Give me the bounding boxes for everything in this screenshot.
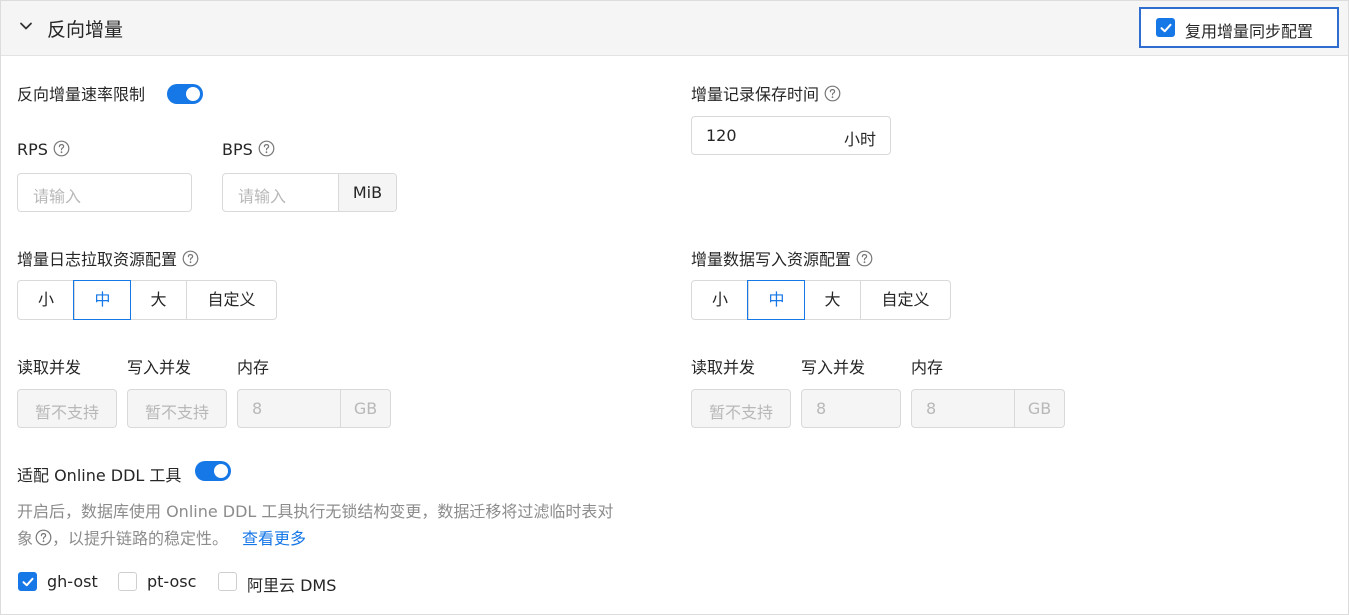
pull-memory-unit: GB (340, 390, 390, 427)
help-icon[interactable] (53, 140, 70, 157)
pull-size-small[interactable]: 小 (18, 281, 74, 319)
pull-size-medium[interactable]: 中 (73, 280, 131, 320)
write-size-small[interactable]: 小 (692, 281, 748, 319)
checkbox-checked-icon[interactable] (1156, 18, 1175, 37)
learn-more-link[interactable]: 查看更多 (242, 529, 306, 548)
reuse-increment-sync-checkbox[interactable]: 复用增量同步配置 (1139, 7, 1339, 48)
tool-label-gh-ost: gh-ost (47, 572, 98, 591)
description-line-2: 象 ，以提升链路的稳定性。 查看更多 (17, 525, 667, 552)
pull-read-concurrency-label: 读取并发 (17, 358, 82, 377)
online-ddl-label: 适配 Online DDL 工具 (17, 466, 182, 485)
write-size-custom[interactable]: 自定义 (860, 281, 950, 319)
reverse-increment-panel: 反向增量 复用增量同步配置 反向增量速率限制 增量记录保存时间 120 小时 R… (0, 0, 1349, 615)
section-header[interactable]: 反向增量 复用增量同步配置 (1, 1, 1348, 56)
write-size-medium[interactable]: 中 (747, 280, 805, 320)
reuse-label: 复用增量同步配置 (1185, 22, 1314, 41)
pull-size-large[interactable]: 大 (130, 281, 186, 319)
bps-placeholder: 请输入 (238, 187, 287, 206)
help-icon[interactable] (35, 529, 52, 546)
pull-memory-value: 8 (252, 399, 263, 418)
checkbox-unchecked-icon[interactable] (218, 572, 237, 591)
bps-label: BPS (222, 140, 253, 159)
rate-limit-toggle[interactable] (167, 84, 203, 104)
description-prefix: 象 (17, 529, 34, 548)
pull-memory-input: 8 GB (237, 389, 391, 428)
rps-placeholder: 请输入 (33, 187, 82, 206)
write-memory-value: 8 (926, 399, 937, 418)
bps-unit-addon: MiB (338, 174, 396, 211)
rps-label: RPS (17, 140, 48, 159)
help-icon[interactable] (182, 250, 199, 267)
online-ddl-toggle[interactable] (195, 461, 231, 481)
rps-label-row: RPS (17, 140, 70, 159)
description-suffix: ，以提升链路的稳定性。 (52, 529, 229, 548)
bps-input[interactable]: 请输入 MiB (222, 173, 397, 212)
pull-resources-segmented: 小 中 大 自定义 (17, 280, 277, 320)
description-line-1: 开启后，数据库使用 Online DDL 工具执行无锁结构变更，数据迁移将过滤临… (17, 502, 614, 521)
help-icon[interactable] (856, 250, 873, 267)
bps-label-row: BPS (222, 140, 275, 159)
write-resources-label-row: 增量数据写入资源配置 (691, 246, 873, 270)
write-resources-segmented: 小 中 大 自定义 (691, 280, 951, 320)
retention-input[interactable]: 120 小时 (691, 116, 891, 155)
section-title: 反向增量 (47, 19, 124, 41)
tool-label-aliyun-dms: 阿里云 DMS (247, 576, 337, 595)
write-write-concurrency-input: 8 (801, 389, 901, 428)
write-read-value: 暂不支持 (708, 403, 773, 422)
write-read-concurrency-label: 读取并发 (691, 358, 756, 377)
write-memory-label: 内存 (911, 358, 944, 377)
write-memory-input: 8 GB (911, 389, 1065, 428)
help-icon[interactable] (824, 85, 841, 102)
write-read-concurrency-input: 暂不支持 (691, 389, 791, 428)
write-write-concurrency-label: 写入并发 (801, 358, 866, 377)
write-memory-unit: GB (1014, 390, 1064, 427)
rate-limit-label: 反向增量速率限制 (17, 85, 146, 104)
write-resources-label: 增量数据写入资源配置 (691, 250, 852, 269)
toggle-knob (186, 87, 200, 101)
pull-memory-label: 内存 (237, 358, 270, 377)
pull-resources-label: 增量日志拉取资源配置 (17, 250, 178, 269)
rps-input[interactable]: 请输入 (17, 173, 192, 212)
online-ddl-description: 开启后，数据库使用 Online DDL 工具执行无锁结构变更，数据迁移将过滤临… (17, 498, 667, 552)
retention-label: 增量记录保存时间 (691, 85, 820, 104)
pull-write-concurrency-input: 暂不支持 (127, 389, 227, 428)
pull-read-concurrency-input: 暂不支持 (17, 389, 117, 428)
retention-label-row: 增量记录保存时间 (691, 81, 841, 105)
write-size-large[interactable]: 大 (804, 281, 860, 319)
checkbox-unchecked-icon[interactable] (118, 572, 137, 591)
retention-unit: 小时 (843, 130, 876, 149)
help-icon[interactable] (258, 140, 275, 157)
chevron-down-icon[interactable] (17, 17, 35, 35)
write-write-value: 8 (816, 399, 827, 418)
pull-size-custom[interactable]: 自定义 (186, 281, 276, 319)
pull-resources-label-row: 增量日志拉取资源配置 (17, 246, 199, 270)
retention-value: 120 (706, 126, 737, 145)
checkbox-checked-icon[interactable] (18, 572, 37, 591)
pull-read-value: 暂不支持 (34, 403, 99, 422)
tool-label-pt-osc: pt-osc (147, 572, 197, 591)
toggle-knob (214, 464, 228, 478)
pull-write-value: 暂不支持 (144, 403, 209, 422)
pull-write-concurrency-label: 写入并发 (127, 358, 192, 377)
